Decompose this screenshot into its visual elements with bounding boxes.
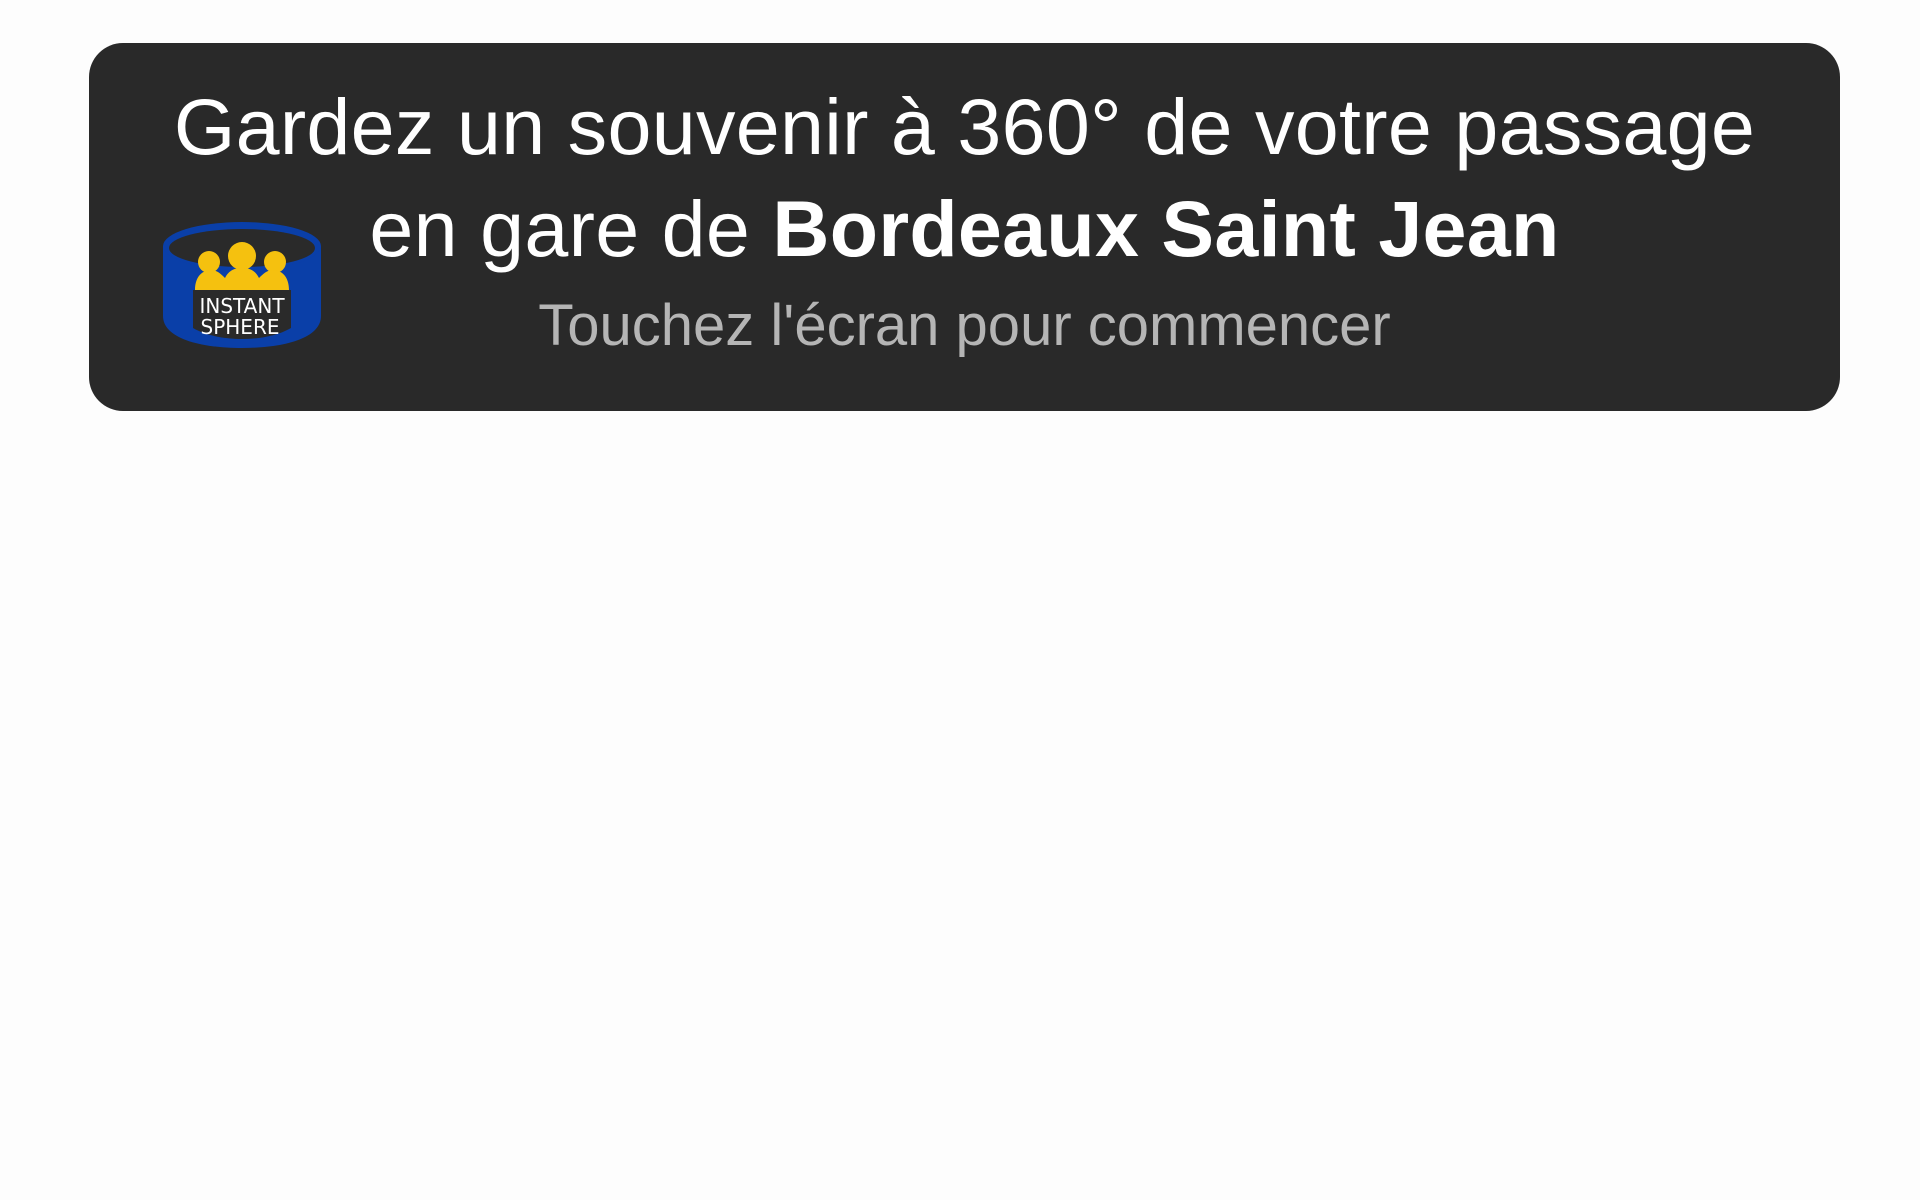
welcome-banner[interactable]: INSTANT SPHERE Gardez un souvenir à 360°…	[89, 43, 1840, 411]
title-prefix: en gare de	[369, 184, 773, 273]
title-line-1: Gardez un souvenir à 360° de votre passa…	[173, 82, 1756, 171]
title-line-2: en gare de Bordeaux Saint Jean	[89, 177, 1840, 281]
station-name: Bordeaux Saint Jean	[772, 184, 1560, 273]
touch-to-start-text: Touchez l'écran pour commencer	[538, 293, 1391, 358]
